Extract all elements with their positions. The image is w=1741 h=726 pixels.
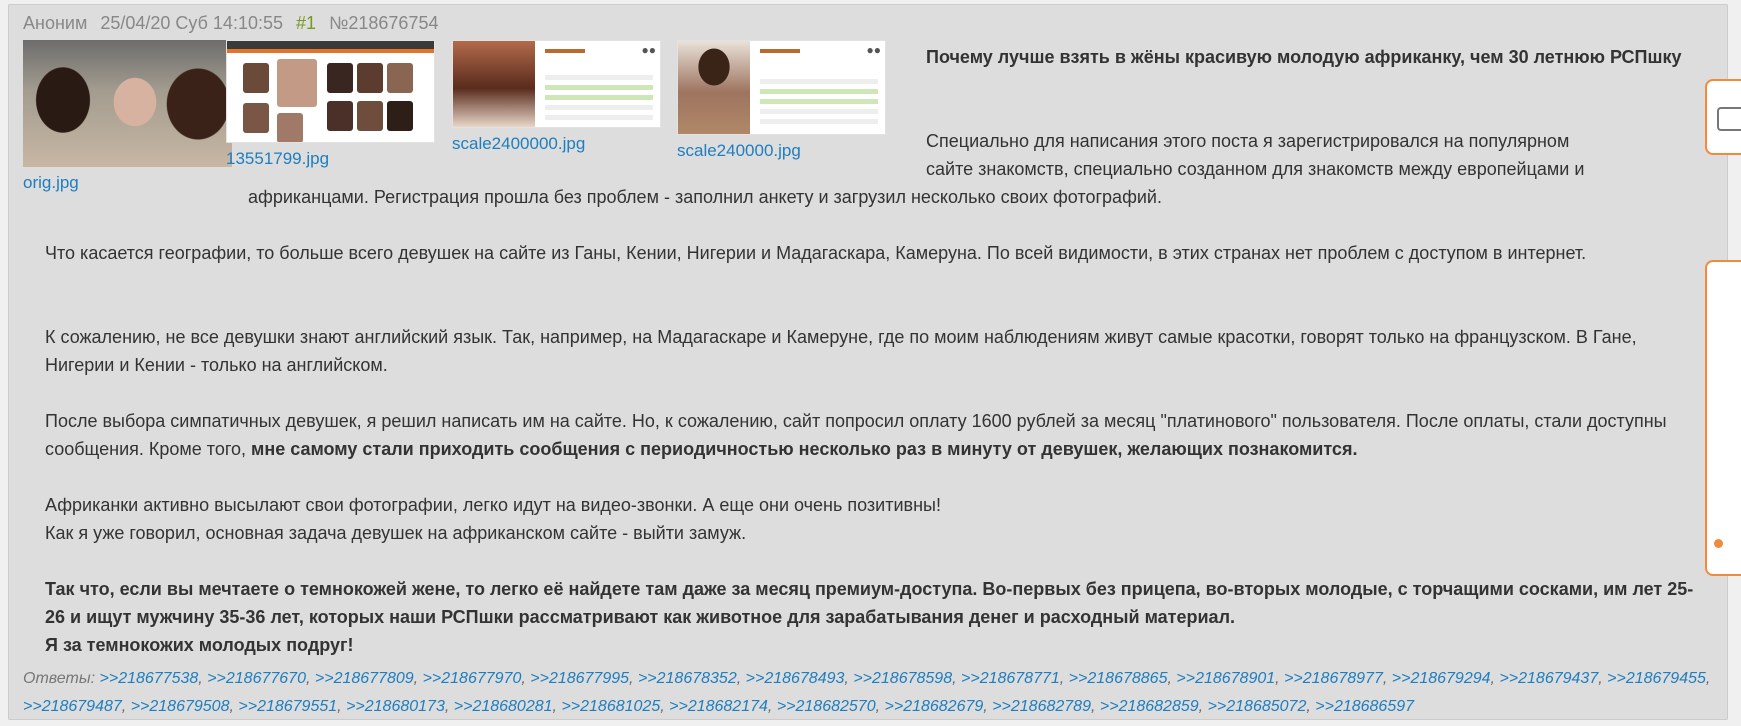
- post-title: Почему лучше взять в жёны красивую молод…: [926, 47, 1682, 67]
- post-header: Аноним 25/04/20 Суб 14:10:55 #1 №2186767…: [23, 13, 446, 34]
- reply-link[interactable]: >>218678865: [1069, 670, 1168, 687]
- reply-link[interactable]: >>218682679: [885, 698, 984, 715]
- post-paragraph-marriage: Как я уже говорил, основная задача девуш…: [45, 523, 747, 543]
- post-paragraph-geography: Что касается географии, то больше всего …: [45, 243, 1587, 263]
- reply-link[interactable]: >>218677809: [315, 670, 414, 687]
- reply-link[interactable]: >>218680173: [346, 698, 445, 715]
- post-ordinal: #1: [296, 13, 317, 33]
- reply-link[interactable]: >>218678771: [961, 670, 1060, 687]
- orange-dot-icon: [1714, 539, 1723, 548]
- attachment-scale2400000[interactable]: ●● scale2400000.jpg: [452, 40, 661, 154]
- attachment-thumbnail[interactable]: [23, 40, 232, 167]
- chat-bubble-icon: [1717, 107, 1741, 131]
- window-controls-icon: ●●: [641, 43, 657, 57]
- reply-link[interactable]: >>218682859: [1100, 698, 1199, 715]
- reply-link[interactable]: >>218679551: [238, 698, 337, 715]
- attachment-filename[interactable]: scale2400000.jpg: [452, 134, 661, 154]
- reply-link[interactable]: >>218679437: [1499, 670, 1598, 687]
- reply-link[interactable]: >>218677538: [100, 670, 199, 687]
- reply-link[interactable]: >>218682789: [992, 698, 1091, 715]
- post-author: Аноним: [23, 13, 88, 33]
- post-number-link[interactable]: №218676754: [329, 13, 438, 33]
- window-controls-icon: ●●: [866, 43, 882, 57]
- reply-link[interactable]: >>218678352: [638, 670, 737, 687]
- reply-link[interactable]: >>218677970: [423, 670, 522, 687]
- attachment-filename[interactable]: scale240000.jpg: [677, 141, 886, 161]
- post-paragraph-intro-line: сайте знакомств, специально созданном дл…: [926, 159, 1585, 179]
- post-paragraph-closing: Я за темнокожих молодых подруг!: [45, 635, 354, 655]
- reply-link[interactable]: >>218677670: [207, 670, 306, 687]
- post-datetime: 25/04/20 Суб 14:10:55: [100, 13, 283, 33]
- reply-link[interactable]: >>218681025: [561, 698, 660, 715]
- attachment-thumbnail[interactable]: ●●: [677, 40, 886, 135]
- post-paragraph-conclusion: Так что, если вы мечтаете о темнокожей ж…: [45, 579, 1694, 627]
- post-text-bold: мне самому стали приходить сообщения с п…: [251, 439, 1358, 459]
- attachment-13551799[interactable]: 13551799.jpg: [226, 40, 435, 169]
- replies-list: Ответы: >>218677538, >>218677670, >>2186…: [23, 670, 1711, 715]
- reply-link[interactable]: >>218679455: [1607, 670, 1706, 687]
- replies-label: Ответы:: [23, 670, 96, 687]
- reply-link[interactable]: >>218686597: [1315, 698, 1414, 715]
- attachment-filename[interactable]: 13551799.jpg: [226, 149, 435, 169]
- reply-link[interactable]: >>218678977: [1284, 670, 1383, 687]
- reply-link[interactable]: >>218680281: [454, 698, 553, 715]
- post-paragraph-intro-line: африканцами. Регистрация прошла без проб…: [248, 187, 1162, 207]
- reply-link[interactable]: >>218678598: [853, 670, 952, 687]
- reply-link[interactable]: >>218678901: [1176, 670, 1275, 687]
- reply-link[interactable]: >>218682570: [777, 698, 876, 715]
- post-paragraph-language: К сожалению, не все девушки знают англий…: [45, 327, 1637, 375]
- side-tab-panel[interactable]: [1705, 260, 1741, 576]
- attachment-thumbnail[interactable]: ●●: [452, 40, 661, 128]
- reply-link[interactable]: >>218682174: [669, 698, 768, 715]
- attachment-scale240000[interactable]: ●● scale240000.jpg: [677, 40, 886, 161]
- reply-link[interactable]: >>218677995: [530, 670, 629, 687]
- attachment-thumbnail[interactable]: [226, 40, 435, 143]
- reply-link[interactable]: >>218679487: [23, 698, 122, 715]
- attachment-orig[interactable]: orig.jpg: [23, 40, 232, 193]
- reply-link[interactable]: >>218679508: [131, 698, 230, 715]
- post-paragraph-positive: Африканки активно высылают свои фотограф…: [45, 495, 941, 515]
- attachment-filename[interactable]: orig.jpg: [23, 173, 232, 193]
- post-paragraph-intro-line: Специально для написания этого поста я з…: [926, 131, 1570, 151]
- reply-link[interactable]: >>218678493: [746, 670, 845, 687]
- post: Аноним 25/04/20 Суб 14:10:55 #1 №2186767…: [8, 4, 1728, 720]
- post-paragraph-payment: После выбора симпатичных девушек, я реши…: [45, 407, 1695, 463]
- side-tab-chat[interactable]: [1705, 79, 1741, 155]
- reply-link[interactable]: >>218679294: [1392, 670, 1491, 687]
- reply-link[interactable]: >>218685072: [1208, 698, 1307, 715]
